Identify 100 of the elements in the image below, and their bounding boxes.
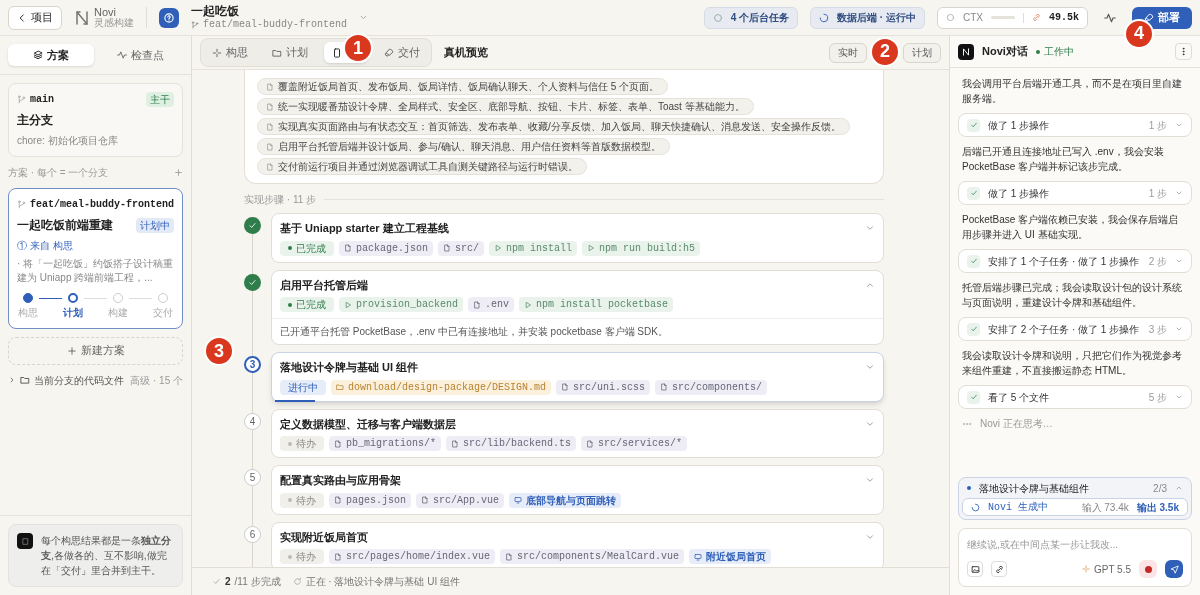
new-plan-button[interactable]: 新建方案 (8, 336, 183, 365)
chat-title: Novi对话 (982, 44, 1028, 60)
step-count: 2 步 (1148, 254, 1167, 269)
view-tab[interactable]: 计划 (264, 42, 316, 63)
action-summary[interactable]: 做了 1 步操作 1 步 (958, 113, 1192, 137)
step-card[interactable]: 定义数据模型、迁移与客户端数据层 待办 pb_migrations/* src/lib/backend.ts src/services/* (271, 408, 884, 458)
plan-card[interactable]: feat/meal-buddy-frontend 一起吃饭前端重建 计划中 ① 来自 构思 · 将「一起吃饭」约饭搭子设计稿重建为 Uniapp 跨端前端工程，... 构思 计划 构建 交付 (8, 188, 183, 329)
step-count: 5 步 (1148, 390, 1167, 405)
toolbar-button[interactable]: 计划 (903, 42, 941, 63)
status-tag: 进行中 (280, 379, 326, 395)
background-tasks-button[interactable]: 4 个后台任务 (703, 6, 799, 29)
step-title: 落地设计令牌与基础 UI 组件 (280, 360, 420, 375)
view-title: 真机预览 (444, 45, 488, 61)
step-card[interactable]: 落地设计令牌与基础 UI 组件 进行中 download/design-package/DESIGN.md src/uni.scss src/components/ (271, 352, 884, 402)
action-summary[interactable]: 安排了 2 个子任务 · 做了 1 步操作 3 步 (958, 317, 1192, 341)
stage-label: 构思 (18, 305, 38, 320)
file-chip[interactable]: src/lib/backend.ts (446, 436, 577, 451)
model-selector[interactable]: GPT 5.5 (1081, 561, 1131, 577)
step-title: 启用平台托管后端 (280, 277, 369, 293)
branch-name: feat/meal-buddy-frontend (203, 18, 348, 32)
commit-message: chore: 初始化项目仓库 (17, 134, 119, 148)
step-card[interactable]: 基于 Uniapp starter 建立工程基线 已完成 package.json src/ npm install npm run build:h5 (271, 213, 884, 263)
plan-description: · 将「一起吃饭」约饭搭子设计稿重建为 Uniapp 跨端前端工程，... (17, 257, 174, 285)
file-chip[interactable]: src/uni.scss (556, 379, 651, 395)
file-chip[interactable]: .env (468, 297, 515, 312)
action-summary[interactable]: 做了 1 步操作 1 步 (958, 181, 1192, 205)
action-text: 看了 5 个文件 (988, 390, 1051, 405)
bullet-text: 覆盖附近饭局首页、发布饭局、饭局详情、饭局确认聊天、个人资料与信任 5 个页面。 (278, 80, 660, 94)
branch-name: feat/meal-buddy-frontend (30, 198, 175, 212)
action-text: 安排了 2 个子任务 · 做了 1 步操作 (988, 322, 1141, 337)
file-chip[interactable]: npm install (489, 240, 578, 256)
action-text: 做了 1 步操作 (988, 186, 1051, 201)
chat-message: PocketBase 客户端依赖已安装，我会保存后端启用步骤并进入 UI 基础实现。 (961, 213, 1180, 242)
logo-subtitle: 灵感构建 (94, 18, 134, 28)
source-link[interactable]: ① 来自 构思 (17, 238, 174, 253)
step-number: 4 (244, 412, 261, 430)
sidebar-tab[interactable]: 检查点 (97, 44, 183, 66)
back-button[interactable]: 项目 (8, 5, 62, 30)
sidebar-tab[interactable]: 方案 (8, 44, 94, 66)
plan-title: 一起吃饭前端重建 (17, 217, 114, 234)
status-tag: 已完成 (280, 297, 334, 312)
status-tag: 待办 (280, 436, 324, 451)
file-chip[interactable]: src/pages/home/index.vue (329, 549, 496, 564)
file-chip[interactable]: pages.json (329, 492, 411, 508)
input-tokens: 输入 73.4k (1081, 500, 1129, 515)
file-chip[interactable]: src/components/ (655, 379, 768, 395)
thinking-text: Novi 正在思考… (980, 417, 1053, 431)
step-note: 已开通平台托管 PocketBase，.env 中已有连接地址，并安装 pocketbase 客户端 SDK。 (280, 325, 669, 339)
action-text: 做了 1 步操作 (988, 118, 1051, 133)
file-chip[interactable]: src/ (438, 240, 485, 256)
branch-title: 主分支 (17, 112, 54, 129)
backend-status-button[interactable]: 数据后端 · 运行中 (810, 6, 925, 29)
file-chip[interactable]: provision_backend (339, 297, 464, 312)
view-tab[interactable]: 构思 (204, 42, 256, 63)
task-title: 落地设计令牌与基础组件 (979, 481, 1090, 496)
context-label: CTX (963, 11, 983, 25)
step-card[interactable]: 启用平台托管后端 已完成 provision_backend .env npm install pocketbase 已开通平台托管 PocketBase，.env 中已有连接地址，并安装 pocketbase 客户端 SDK。 (271, 269, 884, 345)
file-chip[interactable]: npm run build:h5 (582, 240, 701, 256)
file-chip[interactable]: pb_migrations/* (329, 436, 441, 451)
status-badge: 计划中 (136, 217, 174, 233)
output-tokens: 输出 3.5k (1136, 500, 1179, 515)
file-chip[interactable]: src/services/* (581, 436, 688, 451)
toolbar-button[interactable]: 实时 (829, 42, 867, 63)
progress-text: /11 步完成 (234, 575, 281, 589)
action-text: 安排了 1 个子任务 · 做了 1 步操作 (988, 254, 1141, 269)
stage-label: 计划 (63, 305, 83, 320)
completed-count: 2 (225, 575, 231, 589)
status-tag: 待办 (280, 549, 324, 564)
branch-name: main (30, 93, 55, 107)
step-card[interactable]: 实现附近饭局首页 待办 src/pages/home/index.vue src/components/MealCard.vue 附近饭局首页 (271, 521, 884, 567)
step-title: 定义数据模型、迁移与客户端数据层 (280, 416, 457, 432)
file-chip[interactable]: src/App.vue (416, 492, 505, 508)
file-chip[interactable]: npm install pocketbase (519, 297, 674, 312)
step-count: 1 步 (1148, 118, 1167, 133)
action-summary[interactable]: 看了 5 个文件 5 步 (958, 385, 1192, 409)
annotation-tooltip: 2 (870, 36, 900, 67)
step-title: 配置真实路由与应用骨架 (280, 473, 402, 488)
file-chip[interactable]: src/components/MealCard.vue (500, 549, 685, 564)
current-step-text: 正在 · 落地设计令牌与基础 UI 组件 (305, 575, 460, 589)
step-card[interactable]: 配置真实路由与应用骨架 待办 pages.json src/App.vue 底部导航与页面跳转 (271, 465, 884, 515)
subtask-count: 2/3 (1153, 481, 1167, 496)
status-text: 工作中 (1043, 45, 1074, 59)
status-tag: 待办 (280, 492, 324, 508)
bullet-text: 启用平台托管后端并设计饭局、参与/确认、聊天消息、用户信任资料等首版数据模型。 (278, 140, 661, 154)
bullet-text: 实现真实页面路由与有状态交互：首页筛选、发布表单、收藏/分享反馈、加入饭局、聊天快捷确认、消息发送、安全操作反馈。 (278, 120, 841, 134)
annotation-tooltip: 3 (204, 336, 234, 366)
step-number: 3 (244, 356, 261, 373)
files-row[interactable]: 当前分支的代码文件 高级 · 15 个 (8, 372, 183, 388)
preview-chip[interactable]: 底部导航与页面跳转 (509, 492, 622, 508)
action-summary[interactable]: 安排了 1 个子任务 · 做了 1 步操作 2 步 (958, 249, 1192, 273)
chat-message: 我会读取设计令牌和说明，只把它们作为视觉参考来组件重建，不直接搬运静态 HTML。 (961, 349, 1183, 378)
token-count: 49.5k (1049, 11, 1079, 25)
step-title: 基于 Uniapp starter 建立工程基线 (280, 221, 450, 236)
file-chip[interactable]: download/design-package/DESIGN.md (331, 379, 552, 395)
file-chip[interactable]: package.json (339, 240, 433, 256)
branch-card[interactable]: main 主干 主分支 chore: 初始化项目仓库 (8, 83, 183, 157)
view-tab[interactable]: 交付 (376, 42, 428, 63)
logo-text: Novi (94, 7, 117, 18)
preview-chip[interactable]: 附近饭局首页 (689, 549, 772, 564)
bullet-text: 交付前运行项目并通过浏览器调试工具自测关键路径与运行时错误。 (278, 160, 578, 174)
